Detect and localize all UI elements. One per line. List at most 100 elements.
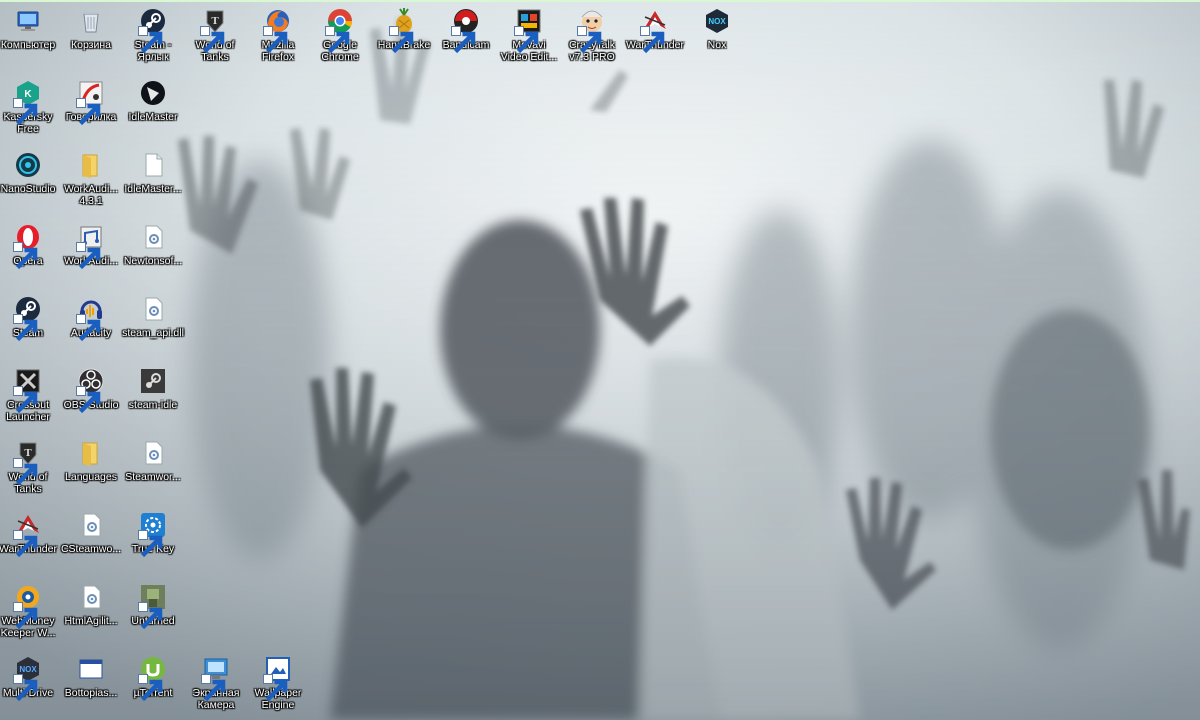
desktop-icon-steamworks[interactable]: Steamwor... [122,434,184,500]
shortcut-arrow-icon [13,98,38,126]
desktop-icon-nanostudio[interactable]: NanoStudio [0,146,59,212]
shortcut-arrow-icon [138,26,163,54]
desktop-icon-wallpaper-engine[interactable]: Wallpaper Engine [247,650,309,716]
shortcut-arrow-icon [76,98,101,126]
desktop-icon-kaspersky[interactable]: K Kaspersky Free [0,74,59,140]
desktop-icon-chrome[interactable]: Google Chrome [309,2,371,68]
desktop-icon-steam[interactable]: Steam [0,290,59,356]
folder-icon [77,151,105,179]
shortcut-arrow-icon [514,26,539,54]
steam-icon [138,7,167,54]
desktop-icon-recycle-bin[interactable]: Корзина [60,2,122,68]
shortcut-arrow-icon [263,26,288,54]
desktop-icon-unturned[interactable]: Unturned [122,578,184,644]
shortcut-arrow-icon [325,26,350,54]
desktop-icon-multi-drive[interactable]: NOX Multi-Drive [0,650,59,716]
desktop-icon-opera[interactable]: Opera [0,218,59,284]
desktop-icon-label: HtmlAgilit... [64,615,118,627]
shortcut-arrow-icon [13,314,38,342]
dll-icon [77,511,105,539]
file-icon [139,151,167,179]
multidrive-icon: NOX [13,655,42,702]
desktop-icon-audacity[interactable]: Audacity [60,290,122,356]
steam-idle-icon [139,367,167,395]
desktop-icon-label: NanoStudio [0,183,56,195]
handbrake-icon [389,7,418,54]
desktop-icon-idlemaster[interactable]: IdleMaster [122,74,184,140]
shortcut-arrow-icon [13,242,38,270]
desktop-icon-crossout[interactable]: Crossout Launcher [0,362,59,428]
desktop-icon-csteamworks[interactable]: CSteamwo... [60,506,122,572]
shortcut-arrow-icon [640,26,665,54]
desktop-icon-steam-shortcut[interactable]: Steam - Ярлык [122,2,184,68]
desktop-icon-utorrent[interactable]: µTorrent [122,650,184,716]
desktop-icon-idlemaster-file[interactable]: IdleMaster... [122,146,184,212]
obs-icon [76,367,105,414]
desktop-icon-govorilka[interactable]: Говорилка [60,74,122,140]
shortcut-arrow-icon [389,26,414,54]
desktop-icon-label: Steamwor... [125,471,181,483]
desktop-icon-movavi[interactable]: Movavi Video Edit... [498,2,560,68]
desktop-icon-steam-api-dll[interactable]: steam_api.dll [122,290,184,356]
desktop-icon-computer[interactable]: Компьютер [0,2,59,68]
wallpaper-engine-icon [263,655,292,702]
shortcut-arrow-icon [76,242,101,270]
desktop-icon-label: Newtonsof... [123,255,183,267]
desktop-icon-htmlagility[interactable]: HtmlAgilit... [60,578,122,644]
truekey-icon [138,511,167,558]
webmoney-icon [13,583,42,630]
firefox-icon [263,7,292,54]
desktop-icon-label: Languages [65,471,117,483]
unturned-icon [138,583,167,630]
desktop-icon-screen-camera[interactable]: Экранная Камера [185,650,247,716]
opera-icon [13,223,42,270]
desktop-icon-languages-folder[interactable]: Languages [60,434,122,500]
desktop-icon-steam-idle[interactable]: steam-idle [122,362,184,428]
screen-camera-icon [201,655,230,702]
shortcut-arrow-icon [138,530,163,558]
shortcut-arrow-icon [13,458,38,486]
svg-text:T: T [24,447,32,459]
dll-icon [77,583,105,611]
desktop-icon-warthunder[interactable]: WarThunder [0,506,59,572]
desktop-icon-bandicam[interactable]: Bandicam [435,2,497,68]
desktop-icon-crazytalk[interactable]: CrazyTalk v7.3 PRO [561,2,623,68]
desktop-icon-label: steam_api.dll [122,327,184,339]
desktop-icon-bottopias[interactable]: Bottopias... [60,650,122,716]
desktop-icon-webmoney[interactable]: WebMoney Keeper W... [0,578,59,644]
desktop-icon-true-key[interactable]: True Key [122,506,184,572]
desktop-icon-obs-studio[interactable]: OBS Studio [60,362,122,428]
shortcut-arrow-icon [451,26,476,54]
world-of-tanks-icon: T [200,7,229,54]
desktop-icon-workaudio[interactable]: WorkAudi... [60,218,122,284]
workaudio-icon [76,223,105,270]
desktop-icon-warthunder-top[interactable]: WarThunder [624,2,686,68]
folder-icon [77,439,105,467]
utorrent-icon [138,655,167,702]
desktop-icon-firefox[interactable]: Mozilla Firefox [247,2,309,68]
steam-icon [13,295,42,342]
computer-icon [14,7,42,35]
desktop-icon-label: IdleMaster [128,111,178,123]
bandicam-icon [451,7,480,54]
idlemaster-icon [139,79,167,107]
shortcut-arrow-icon [200,26,225,54]
kaspersky-icon: K [13,79,42,126]
desktop-icon-handbrake[interactable]: HandBrake [373,2,435,68]
world-of-tanks-icon: T [13,439,42,486]
desktop-icon-label: Корзина [71,39,111,51]
desktop-icon-nox[interactable]: NOX Nox [686,2,748,68]
svg-text:T: T [211,15,219,27]
audacity-icon [76,295,105,342]
shortcut-arrow-icon [13,386,38,414]
dll-icon [139,223,167,251]
desktop-icon-newtonsoft[interactable]: Newtonsof... [122,218,184,284]
desktop-icon-label: steam-idle [128,399,178,411]
shortcut-arrow-icon [76,314,101,342]
desktop-icon-world-of-tanks-2[interactable]: T World of Tanks [0,434,59,500]
desktop-icon-label: CSteamwo... [60,543,122,555]
desktop-icon-world-of-tanks[interactable]: T World of Tanks [184,2,246,68]
desktop-icon-workaudio-folder[interactable]: WorkAudi... 4.3.1 [60,146,122,212]
desktop-icon-label: Nox [707,39,727,51]
warthunder-icon [640,7,669,54]
